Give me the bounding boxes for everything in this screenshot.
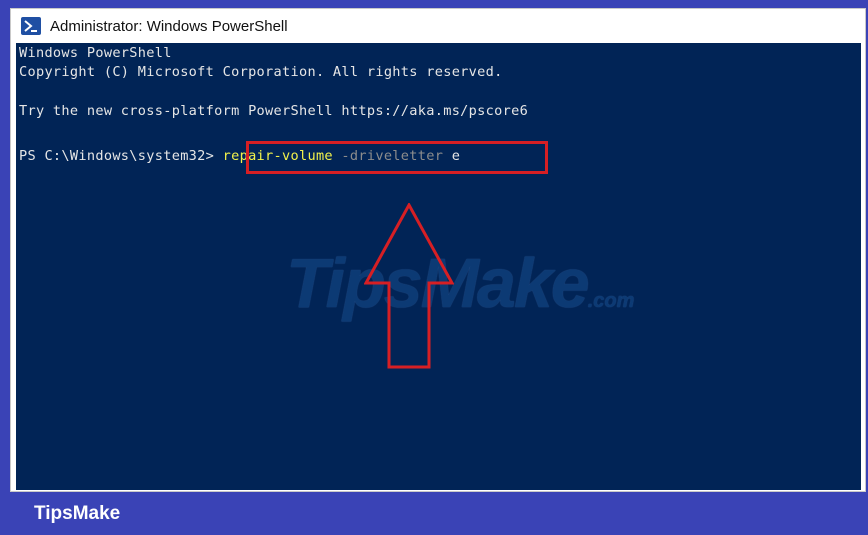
- watermark-suffix: .com: [587, 290, 635, 312]
- console-line: Try the new cross-platform PowerShell ht…: [19, 103, 529, 119]
- title-bar[interactable]: Administrator: Windows PowerShell: [11, 9, 865, 43]
- footer-bar: TipsMake: [0, 492, 868, 535]
- watermark: TipsMake.com: [286, 243, 634, 323]
- prompt: PS C:\Windows\system32>: [19, 148, 215, 164]
- window-title: Administrator: Windows PowerShell: [50, 17, 288, 35]
- powershell-window: Administrator: Windows PowerShell Window…: [10, 8, 866, 492]
- console-line: Windows PowerShell: [19, 45, 172, 61]
- command-highlight-box: [246, 141, 548, 174]
- arrow-up-icon: [364, 203, 454, 369]
- powershell-icon: [21, 17, 41, 35]
- console-line: Copyright (C) Microsoft Corporation. All…: [19, 64, 503, 80]
- console-area[interactable]: Windows PowerShell Copyright (C) Microso…: [16, 43, 861, 490]
- brand-label: TipsMake: [34, 502, 121, 524]
